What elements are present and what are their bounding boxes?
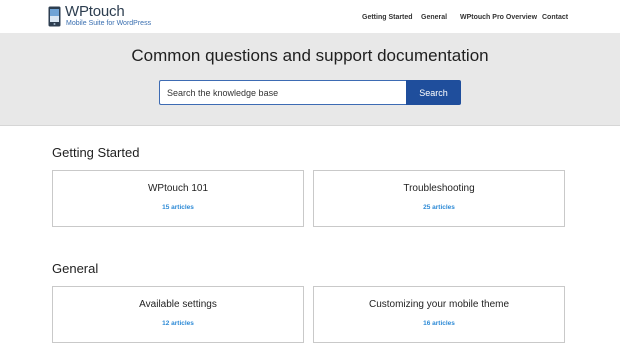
search-button-label: Search (419, 87, 448, 98)
card-article-count[interactable]: 16 articles (314, 320, 564, 327)
nav-contact[interactable]: Contact (542, 14, 568, 21)
card-article-count[interactable]: 12 articles (53, 320, 303, 327)
hero-title: Common questions and support documentati… (131, 46, 489, 65)
logo-title[interactable]: WPtouch (65, 4, 125, 20)
search-button[interactable]: Search (406, 80, 461, 105)
card-title: WPtouch 101 (147, 183, 209, 194)
category-card-troubleshooting[interactable]: Troubleshooting 25 articles (313, 170, 565, 227)
hero-banner: Common questions and support documentati… (0, 33, 620, 126)
category-card-available-settings[interactable]: Available settings 12 articles (52, 286, 304, 343)
nav-getting-started[interactable]: Getting Started (362, 14, 413, 21)
search-input[interactable] (159, 80, 406, 105)
section-heading-general: General (52, 261, 99, 276)
card-article-count[interactable]: 25 articles (314, 204, 564, 211)
phone-logo-icon[interactable] (48, 6, 61, 27)
nav-wptouch-pro-overview[interactable]: WPtouch Pro Overview (460, 14, 537, 21)
nav-general[interactable]: General (421, 14, 447, 21)
card-title: Troubleshooting (403, 183, 475, 194)
card-title: Customizing your mobile theme (368, 299, 510, 310)
card-title: Available settings (139, 299, 217, 310)
category-card-wptouch-101[interactable]: WPtouch 101 15 articles (52, 170, 304, 227)
section-heading-getting-started: Getting Started (52, 145, 140, 160)
logo-tagline: Mobile Suite for WordPress (66, 20, 152, 27)
site-header: WPtouch Mobile Suite for WordPress Getti… (0, 0, 620, 33)
category-card-customizing-mobile-theme[interactable]: Customizing your mobile theme 16 article… (313, 286, 565, 343)
card-article-count[interactable]: 15 articles (53, 204, 303, 211)
